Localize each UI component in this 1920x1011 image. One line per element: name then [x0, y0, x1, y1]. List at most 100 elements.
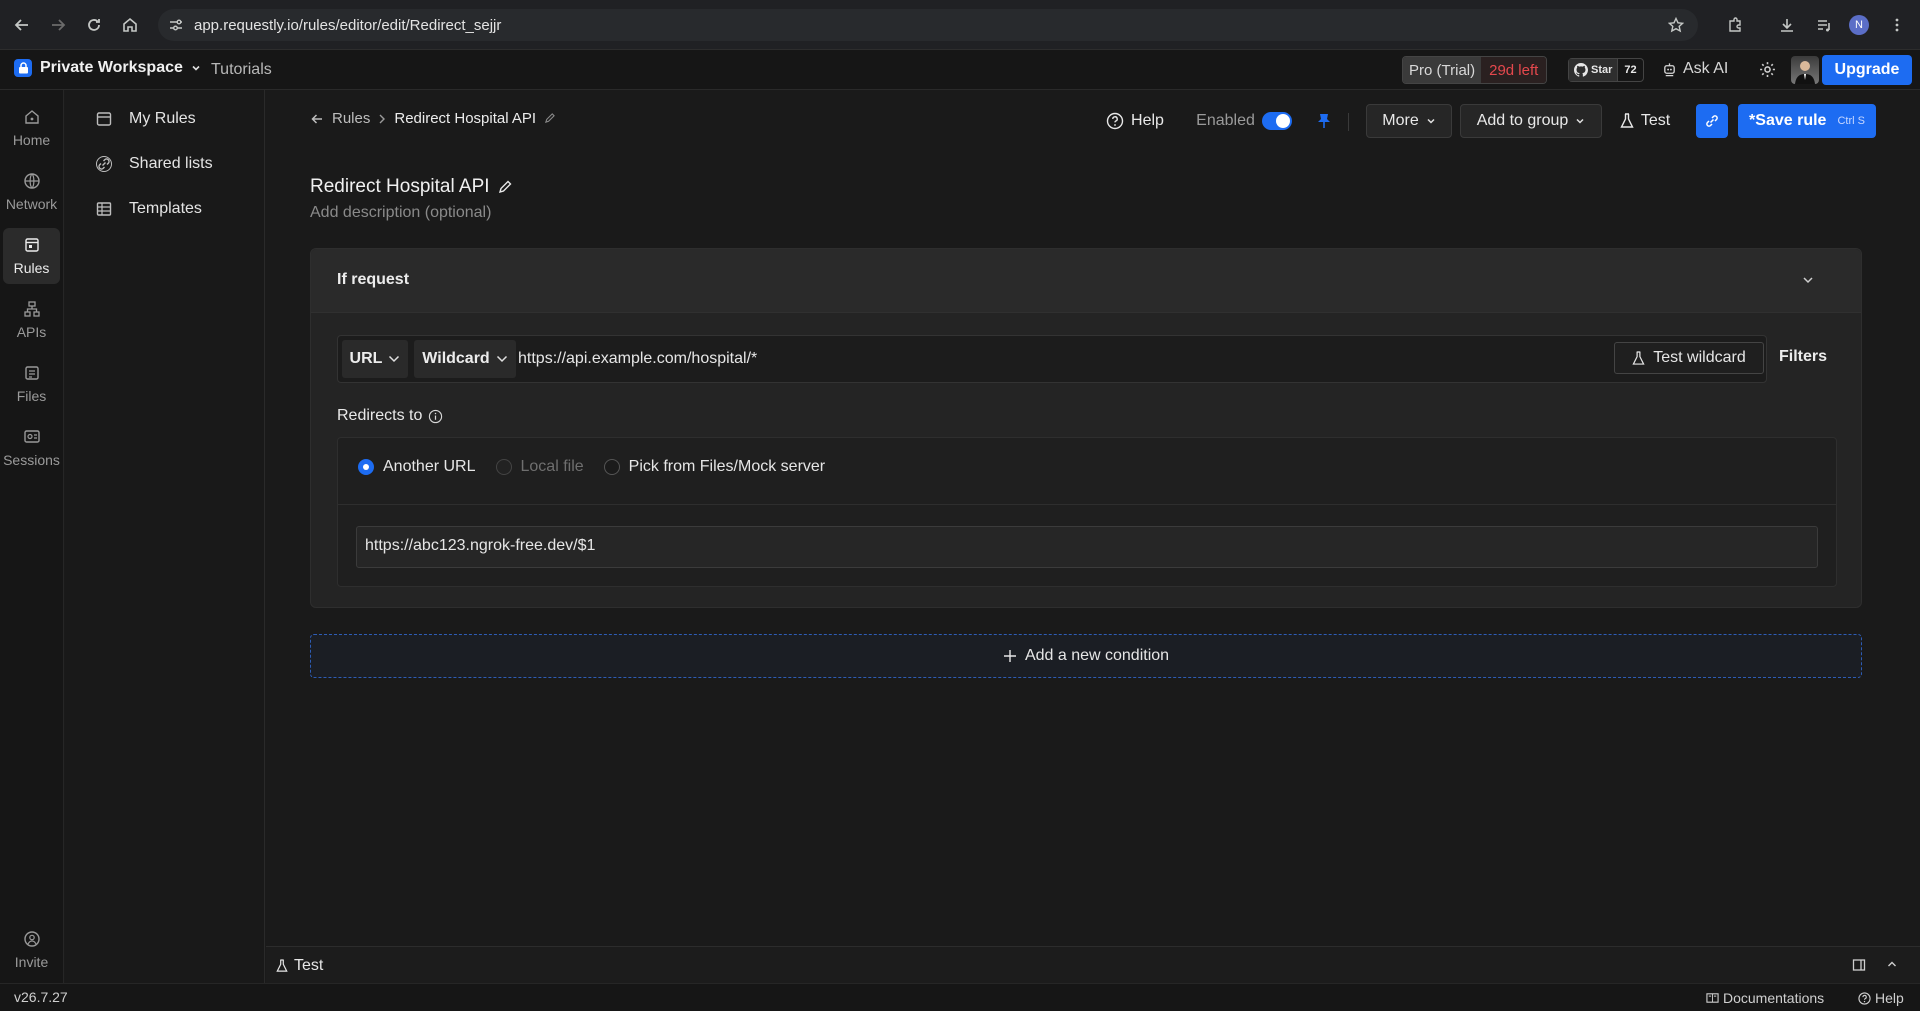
radio-pick-from-files[interactable]: Pick from Files/Mock server — [603, 458, 825, 476]
link-icon — [95, 155, 113, 173]
test-wildcard-button[interactable]: Test wildcard — [1614, 342, 1764, 374]
forward-icon[interactable] — [46, 13, 70, 37]
save-rule-label: *Save rule — [1749, 112, 1827, 129]
chevron-up-icon[interactable] — [1886, 958, 1898, 970]
add-condition-button[interactable]: Add a new condition — [310, 634, 1862, 678]
edit-pencil-icon[interactable] — [544, 113, 555, 124]
files-icon — [23, 364, 41, 382]
upgrade-button[interactable]: Upgrade — [1822, 55, 1912, 85]
nav-sessions[interactable]: Sessions — [3, 420, 60, 476]
breadcrumb-rules-link[interactable]: Rules — [332, 110, 370, 127]
toolbar-divider — [1348, 113, 1349, 131]
share-link-button[interactable] — [1696, 104, 1728, 138]
site-info-icon[interactable] — [168, 17, 184, 33]
chevron-right-icon — [378, 114, 386, 124]
nav-invite[interactable]: Invite — [3, 922, 60, 978]
download-icon[interactable] — [1775, 13, 1799, 37]
github-icon — [1574, 63, 1588, 77]
address-bar[interactable]: app.requestly.io/rules/editor/edit/Redir… — [158, 9, 1698, 41]
chevron-down-icon — [1426, 116, 1436, 126]
nav-rules-label: Rules — [13, 260, 50, 276]
more-dropdown[interactable]: More — [1366, 104, 1452, 138]
back-arrow-icon[interactable] — [310, 112, 324, 126]
nav-home[interactable]: Home — [3, 100, 60, 156]
nav-sessions-label: Sessions — [3, 452, 60, 468]
plan-badge[interactable]: Pro (Trial) 29d left — [1402, 56, 1548, 84]
info-icon[interactable] — [428, 409, 443, 424]
rules-sidebar: My Rules Shared lists Templates — [65, 90, 265, 983]
operator-select[interactable]: Wildcard — [414, 340, 516, 378]
help-circle-icon — [1106, 112, 1124, 130]
nav-files[interactable]: Files — [3, 356, 60, 412]
help-button[interactable]: Help — [1104, 104, 1166, 138]
nav-network[interactable]: Network — [3, 164, 60, 220]
flask-icon — [1632, 350, 1645, 366]
filters-button[interactable]: Filters — [1779, 348, 1827, 366]
nav-rules[interactable]: Rules — [3, 228, 60, 284]
operator-value: Wildcard — [422, 350, 490, 367]
redirect-type-radio-group: Another URL Local file Pick from Files/M… — [358, 458, 825, 476]
workspace-selector[interactable]: Private Workspace — [14, 59, 201, 77]
test-panel-bar[interactable]: Test — [266, 946, 1920, 983]
radio-another-url[interactable]: Another URL — [358, 458, 476, 476]
tutorials-link[interactable]: Tutorials — [211, 61, 272, 79]
rule-name: Redirect Hospital API — [310, 176, 490, 197]
github-star-button[interactable]: Star 72 — [1568, 58, 1644, 82]
help-label: Help — [1131, 112, 1164, 129]
destination-url-input[interactable]: https://abc123.ngrok-free.dev/$1 — [356, 526, 1818, 568]
edit-pencil-icon[interactable] — [498, 180, 512, 194]
home-browser-icon[interactable] — [118, 13, 142, 37]
reload-icon[interactable] — [82, 13, 106, 37]
nav-apis[interactable]: APIs — [3, 292, 60, 348]
bookmark-star-icon[interactable] — [1668, 17, 1684, 33]
rule-title[interactable]: Redirect Hospital API — [310, 176, 512, 198]
rule-description-input[interactable]: Add description (optional) — [310, 204, 491, 222]
book-icon — [1706, 992, 1719, 1004]
add-to-group-dropdown[interactable]: Add to group — [1460, 104, 1602, 138]
test-button[interactable]: Test — [1612, 104, 1678, 138]
sessions-icon — [23, 428, 41, 446]
sidebar-item-label: My Rules — [129, 110, 196, 127]
chevron-down-icon — [191, 63, 201, 73]
split-view-icon[interactable] — [1852, 958, 1866, 972]
app-header: Private Workspace Tutorials Pro (Trial) … — [0, 50, 1920, 90]
rules-list-icon — [95, 110, 113, 128]
chevron-down-icon — [388, 354, 400, 364]
github-star-count: 72 — [1617, 59, 1642, 81]
enabled-switch[interactable] — [1261, 112, 1292, 130]
condition-card-header[interactable]: If request — [311, 249, 1861, 313]
plus-icon — [1003, 649, 1017, 663]
pin-icon[interactable] — [1304, 104, 1344, 138]
documentation-link[interactable]: Documentations — [1706, 990, 1824, 1006]
radio-label: Local file — [520, 458, 584, 475]
radio-dot[interactable] — [603, 459, 620, 475]
extensions-icon[interactable] — [1723, 13, 1747, 37]
sidebar-item-my-rules[interactable]: My Rules — [95, 110, 196, 128]
nav-invite-label: Invite — [14, 954, 49, 970]
profile-avatar[interactable]: N — [1849, 15, 1869, 35]
footer-help-link[interactable]: Help — [1858, 990, 1904, 1006]
breadcrumb-current: Redirect Hospital API — [394, 110, 537, 127]
sidebar-item-shared-lists[interactable]: Shared lists — [95, 155, 213, 173]
test-label: Test — [1640, 112, 1671, 129]
test-panel-label: Test — [294, 957, 324, 974]
share-link-icon — [1704, 114, 1720, 128]
radio-dot-selected[interactable] — [358, 459, 374, 475]
url-condition-row: URL Wildcard https://api.example.com/hos… — [337, 335, 1767, 383]
url-match-input[interactable]: https://api.example.com/hospital/* — [518, 350, 757, 368]
save-rule-button[interactable]: *Save rule Ctrl S — [1738, 104, 1876, 138]
media-controls-icon[interactable] — [1812, 13, 1836, 37]
radio-dot — [495, 459, 512, 475]
chevron-down-icon[interactable] — [1801, 273, 1815, 287]
back-icon[interactable] — [10, 13, 34, 37]
settings-gear-icon[interactable] — [1759, 61, 1776, 78]
browser-menu-icon[interactable] — [1885, 13, 1909, 37]
sidebar-item-templates[interactable]: Templates — [95, 200, 202, 218]
user-avatar[interactable] — [1791, 56, 1819, 84]
test-panel-title[interactable]: Test — [276, 957, 323, 975]
enabled-toggle[interactable]: Enabled — [1194, 104, 1294, 138]
redirects-to-heading: Redirects to — [337, 407, 443, 425]
match-field-select[interactable]: URL — [342, 340, 408, 378]
ask-ai-button[interactable]: Ask AI — [1662, 60, 1728, 78]
primary-nav-rail: Home Network Rules APIs Files Sessions I… — [0, 90, 64, 983]
